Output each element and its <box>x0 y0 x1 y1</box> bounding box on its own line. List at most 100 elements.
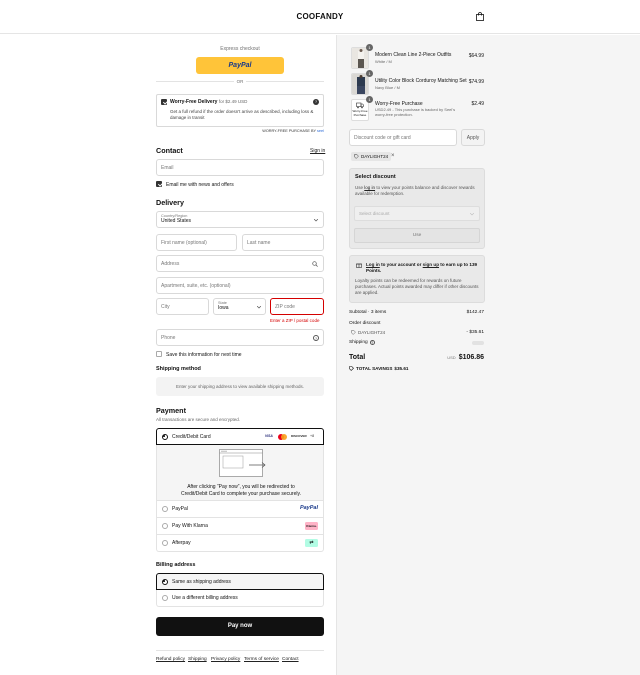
discount-code-text: DAYLIGHT24 <box>358 330 386 335</box>
apply-button[interactable]: Apply <box>461 129 485 146</box>
privacy-policy-link[interactable]: Privacy policy <box>211 657 240 662</box>
discover-icon: DISCOVER <box>291 434 307 438</box>
tag-icon <box>351 330 356 335</box>
news-label: Email me with news and offers <box>166 182 234 188</box>
save-info-label: Save this information for next time <box>166 352 242 358</box>
paypal-option-label: PayPal <box>172 506 188 512</box>
refund-policy-link[interactable]: Refund policy <box>156 657 185 662</box>
currency: USD <box>447 355 456 360</box>
last-name-field[interactable]: Last name <box>242 234 324 251</box>
terms-link[interactable]: Terms of service <box>244 657 279 662</box>
brand-logo[interactable]: COOFANDY <box>0 12 640 21</box>
help-icon[interactable]: ? <box>369 340 375 345</box>
use-discount-button[interactable]: Use <box>354 228 480 243</box>
paypal-express-button[interactable]: PayPal <box>196 57 284 74</box>
city-field[interactable]: City <box>156 298 209 315</box>
mastercard-icon <box>278 434 288 440</box>
klarna-option[interactable]: Pay With Klarna Klarna. <box>156 518 324 535</box>
discount-value: - $35.61 <box>466 330 484 335</box>
more-cards-badge: +8 <box>310 434 315 438</box>
total-row: USD $106.86 <box>420 354 484 361</box>
divider <box>246 81 324 82</box>
paypal-logo: PayPal <box>299 505 318 511</box>
tag-icon <box>349 366 354 371</box>
first-name-placeholder: First name (optional) <box>161 239 207 246</box>
afterpay-radio[interactable] <box>162 540 168 546</box>
billing-different-radio[interactable] <box>162 595 168 601</box>
redirect-text: After clicking “Pay now”, you will be re… <box>157 484 325 497</box>
select-discount-text: Use log in to view your points balance a… <box>355 185 481 197</box>
item-variant: USD2.49 - This purchase is backed by See… <box>375 107 456 117</box>
remove-discount-icon[interactable]: × <box>391 152 395 161</box>
payment-title: Payment <box>156 406 186 415</box>
select-discount-dropdown[interactable]: Select discount <box>354 206 480 221</box>
visa-icon: VISA <box>265 434 273 438</box>
afterpay-option[interactable]: Afterpay ⇄ <box>156 535 324 552</box>
billing-same-radio[interactable] <box>162 579 168 585</box>
subtotal-label: Subtotal · 3 items <box>349 310 387 315</box>
shipping-link[interactable]: Shipping <box>188 657 207 662</box>
points-login-link[interactable]: Log in <box>366 262 380 267</box>
city-placeholder: City <box>161 303 170 310</box>
card-option[interactable]: Credit/Debit Card VISA DISCOVER +8 <box>156 428 324 445</box>
shopping-bag-icon[interactable] <box>476 12 484 21</box>
paypal-option[interactable]: PayPal PayPal <box>156 501 324 518</box>
paypal-radio[interactable] <box>162 506 168 512</box>
state-select[interactable]: State Iowa <box>213 298 266 315</box>
footer-divider <box>156 650 324 651</box>
news-checkbox[interactable] <box>156 181 162 187</box>
email-field[interactable]: Email <box>156 159 324 176</box>
subtotal-value: $142.47 <box>466 310 484 315</box>
discount-code-field[interactable]: Discount code or gift card <box>349 129 457 146</box>
points-signup-link[interactable]: sign up <box>423 262 439 267</box>
shipping-label: Shipping <box>349 340 368 345</box>
klarna-radio[interactable] <box>162 523 168 529</box>
order-discount-label: Order discount <box>349 321 381 326</box>
item-variant: Navy Blue / M <box>375 85 400 90</box>
klarna-option-label: Pay With Klarna <box>172 523 208 529</box>
contact-title: Contact <box>156 146 183 155</box>
first-name-field[interactable]: First name (optional) <box>156 234 237 251</box>
discount-tag-code: DAYLIGHT24 <box>361 154 389 159</box>
worry-free-checkbox[interactable] <box>161 99 167 105</box>
phone-field[interactable]: Phone ? <box>156 329 324 346</box>
chevron-down-icon <box>257 306 261 309</box>
save-info-checkbox[interactable] <box>156 351 162 357</box>
item-variant: White / M <box>375 59 392 64</box>
search-icon <box>312 261 318 267</box>
card-label: Credit/Debit Card <box>172 434 211 440</box>
shipping-method-title: Shipping method <box>156 366 201 372</box>
billing-different-label: Use a different billing address <box>172 595 238 601</box>
select-discount-panel: Select discount Use log in to view your … <box>349 168 485 249</box>
apartment-field[interactable]: Apartment, suite, etc. (optional) <box>156 277 324 294</box>
contact-link[interactable]: Contact <box>282 657 299 662</box>
total-savings: TOTAL SAVINGS $35.61 <box>349 366 408 371</box>
site-header: COOFANDY <box>0 0 640 34</box>
zip-field[interactable]: ZIP code <box>270 298 324 315</box>
card-radio[interactable] <box>162 434 168 440</box>
worry-free-title-row: Worry-Free Delivery for $2.49 USD <box>170 99 247 105</box>
item-price: $74.99 <box>468 79 484 85</box>
express-checkout-label: Express checkout <box>220 46 260 52</box>
shipping-row: Shipping ? <box>349 340 375 345</box>
thumb-text: Worry-Free Purchase <box>352 109 368 117</box>
pay-now-button[interactable]: Pay now <box>156 617 324 636</box>
total-label: Total <box>349 354 366 361</box>
login-link[interactable]: log in <box>364 185 375 190</box>
shipping-pending-placeholder <box>472 341 484 345</box>
billing-same-option[interactable]: Same as shipping address <box>156 573 324 590</box>
worry-free-thumbnail: Worry-Free Purchase <box>351 99 369 121</box>
chevron-down-icon <box>470 213 474 216</box>
help-icon[interactable]: ? <box>313 335 319 341</box>
zip-error: Enter a ZIP / postal code <box>270 318 320 323</box>
country-select[interactable]: Country/Region United States <box>156 211 324 228</box>
info-icon[interactable]: ? <box>313 99 319 105</box>
billing-different-option[interactable]: Use a different billing address <box>156 590 324 607</box>
truck-icon <box>356 102 364 109</box>
address-field[interactable]: Address <box>156 255 324 272</box>
zip-placeholder: ZIP code <box>275 303 295 310</box>
apartment-placeholder: Apartment, suite, etc. (optional) <box>161 282 231 289</box>
paypal-logo: PayPal <box>228 62 252 69</box>
last-name-placeholder: Last name <box>247 239 271 246</box>
sign-in-link[interactable]: Sign in <box>310 148 325 154</box>
